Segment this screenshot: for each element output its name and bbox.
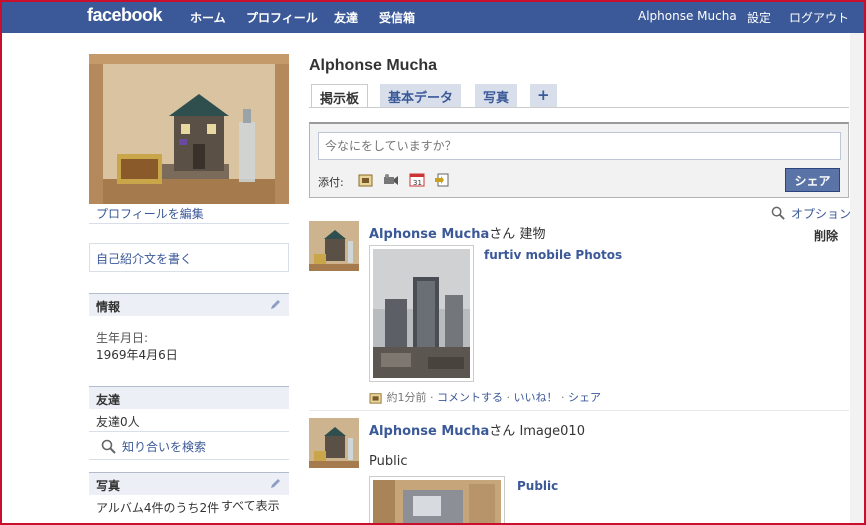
story-title: Alphonse Muchaさん Image010	[369, 424, 585, 439]
status-input[interactable]	[318, 132, 841, 160]
author-avatar[interactable]	[309, 221, 359, 271]
tab-wall[interactable]: 掲示板	[311, 84, 369, 108]
find-friends-link[interactable]: 知り合いを検索	[122, 438, 206, 455]
edit-pencil-icon[interactable]	[269, 299, 281, 311]
friends-header: 友達	[89, 386, 289, 409]
share-link[interactable]: シェア	[568, 391, 601, 404]
nav-friends[interactable]: 友達	[334, 9, 358, 26]
divider	[89, 459, 289, 460]
edit-pencil-icon[interactable]	[269, 478, 281, 490]
divider	[89, 431, 289, 432]
tab-add[interactable]: +	[530, 84, 557, 107]
tab-info[interactable]: 基本データ	[380, 84, 462, 107]
see-all-photos-link[interactable]: すべて表示	[221, 497, 280, 514]
write-bio-link[interactable]: 自己紹介文を書く	[96, 250, 192, 267]
top-bar: facebook ホーム プロフィール 友達 受信箱 Alphonse Much…	[0, 0, 866, 33]
nav-logout[interactable]: ログアウト	[789, 9, 849, 26]
story-body: Public	[369, 454, 408, 469]
album-count: アルバム4件のうち2件	[96, 501, 220, 515]
nav-inbox[interactable]: 受信箱	[379, 9, 415, 26]
video-attach-icon[interactable]	[383, 173, 399, 187]
story-text: 建物	[519, 227, 546, 242]
nav-profile[interactable]: プロフィール	[246, 9, 318, 26]
profile-picture[interactable]	[89, 54, 289, 204]
story-photo[interactable]	[369, 476, 505, 525]
options-link[interactable]: オプション	[791, 205, 851, 222]
svg-text:31: 31	[413, 179, 422, 187]
story-photo[interactable]	[369, 245, 474, 382]
photos-title: 写真	[96, 479, 121, 493]
photos-header: 写真	[89, 472, 289, 495]
edit-profile-link[interactable]: プロフィールを編集	[96, 205, 204, 222]
options-search-icon	[771, 206, 785, 220]
story-time: 約1分前	[386, 391, 427, 404]
story-separator	[309, 410, 849, 411]
profile-name: Alphonse Mucha	[309, 57, 438, 74]
story-author-link[interactable]: Alphonse Mucha	[369, 424, 489, 439]
link-attach-icon[interactable]	[434, 173, 450, 187]
info-title: 情報	[96, 300, 121, 314]
like-link[interactable]: いいね！	[514, 391, 558, 404]
tab-baseline	[309, 107, 849, 108]
birthday-label: 生年月日:	[96, 331, 149, 345]
divider	[89, 223, 289, 224]
app-link[interactable]: furtiv mobile Photos	[484, 248, 622, 262]
story-text: Image010	[519, 424, 585, 439]
nav-home[interactable]: ホーム	[190, 9, 226, 26]
photo-icon	[369, 393, 382, 404]
facebook-logo[interactable]: facebook	[87, 5, 163, 26]
nav-settings[interactable]: 設定	[747, 9, 771, 26]
author-avatar[interactable]	[309, 418, 359, 468]
profile-photo-image	[89, 54, 289, 204]
birthday-value: 1969年4月6日	[96, 348, 178, 362]
public-link[interactable]: Public	[517, 479, 558, 493]
tab-photos[interactable]: 写真	[475, 84, 518, 107]
right-gutter	[850, 33, 866, 525]
story-meta: 約1分前 · コメントする · いいね！ · シェア	[369, 389, 601, 405]
friends-title: 友達	[96, 393, 121, 407]
delete-link[interactable]: 削除	[814, 227, 838, 244]
comment-link[interactable]: コメントする	[437, 391, 503, 404]
nav-user[interactable]: Alphonse Mucha	[638, 9, 737, 23]
event-attach-icon[interactable]: 31	[409, 173, 425, 187]
share-button[interactable]: シェア	[785, 168, 840, 192]
info-header: 情報	[89, 293, 289, 316]
search-icon	[101, 439, 116, 454]
photo-attach-icon[interactable]	[358, 173, 374, 187]
attach-label: 添付:	[318, 176, 344, 189]
friends-count: 友達0人	[96, 415, 140, 429]
story-author-link[interactable]: Alphonse Mucha	[369, 227, 489, 242]
status-composer: 添付: 31 シェア	[309, 122, 849, 198]
story-title: Alphonse Muchaさん 建物	[369, 227, 546, 242]
